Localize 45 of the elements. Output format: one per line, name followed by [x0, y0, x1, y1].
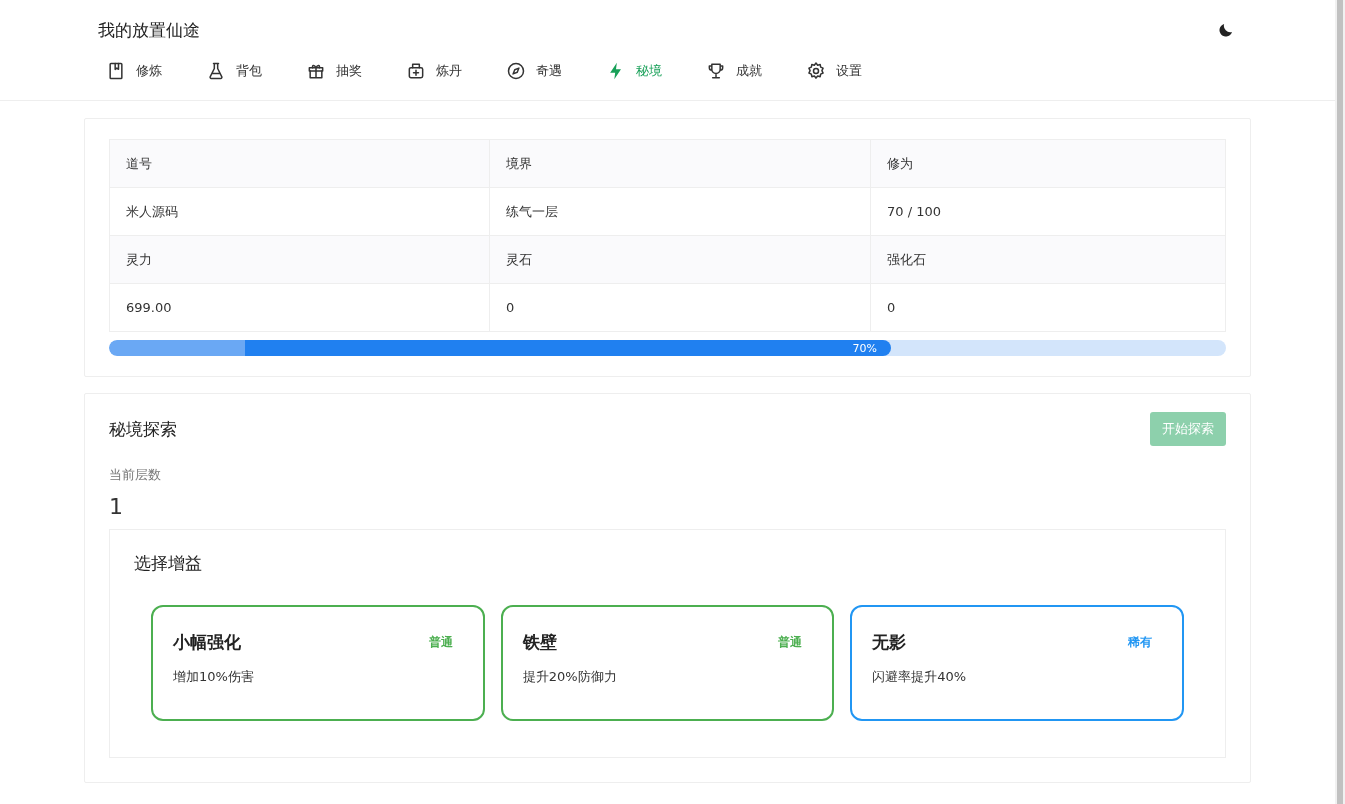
table-cell: 699.00: [110, 284, 490, 331]
buff-card[interactable]: 铁壁 普通 提升20%防御力: [500, 605, 835, 721]
lightning-icon: [610, 62, 621, 80]
trophy-icon: [708, 63, 724, 79]
floor-label: 当前层数: [109, 466, 162, 484]
medical-kit-icon: [408, 63, 424, 79]
buff-description: 增加10%伤害: [173, 668, 255, 686]
buff-title: 选择增益: [134, 552, 203, 575]
rarity-label: 普通: [778, 634, 803, 651]
book-icon: [109, 62, 123, 80]
table-cell: 灵石: [490, 236, 871, 284]
table-cell: 强化石: [871, 236, 1225, 284]
table-cell-text: 0: [886, 299, 897, 317]
table-cell: 修为: [871, 140, 1225, 188]
nav-tab[interactable]: 背包: [196, 61, 296, 81]
nav-tab[interactable]: 炼丹: [396, 61, 496, 81]
buff-name: 小幅强化: [173, 631, 241, 654]
compass-icon: [507, 62, 525, 80]
rarity-label: 普通: [428, 634, 453, 651]
buff-name: 铁壁: [522, 631, 557, 654]
flask-icon: [209, 62, 223, 80]
nav-tab[interactable]: 成就: [696, 61, 796, 81]
floor-value: 1: [109, 494, 124, 519]
table-cell: 道号: [110, 140, 490, 188]
buff-card[interactable]: 无影 稀有 闪避率提升40%: [850, 605, 1184, 721]
buff-description: 提升20%防御力: [522, 668, 618, 686]
buff-card[interactable]: 小幅强化 普通 增加10%伤害: [151, 605, 485, 721]
moon-icon[interactable]: [1217, 21, 1235, 39]
nav-tab[interactable]: 抽奖: [296, 61, 396, 81]
table-cell: 境界: [490, 140, 871, 188]
scrollbar[interactable]: [1335, 0, 1345, 804]
table-cell: 0: [490, 284, 871, 331]
rarity-label: 稀有: [1128, 634, 1152, 651]
nav-tab[interactable]: 奇遇: [496, 61, 596, 81]
buff-name: 无影: [872, 631, 907, 654]
section-title: 秘境探索: [109, 417, 177, 441]
settings-icon: [808, 62, 824, 79]
gift-icon: [308, 64, 324, 79]
buff-description: 闪避率提升40%: [872, 668, 968, 686]
progress-label: 70%: [852, 341, 878, 355]
nav-tab[interactable]: 秘境: [596, 61, 696, 81]
app-title: 我的放置仙途: [98, 18, 200, 42]
nav-tab[interactable]: 设置: [796, 61, 896, 81]
table-cell: 灵力: [110, 236, 490, 284]
nav-tab[interactable]: 修炼: [96, 61, 196, 81]
